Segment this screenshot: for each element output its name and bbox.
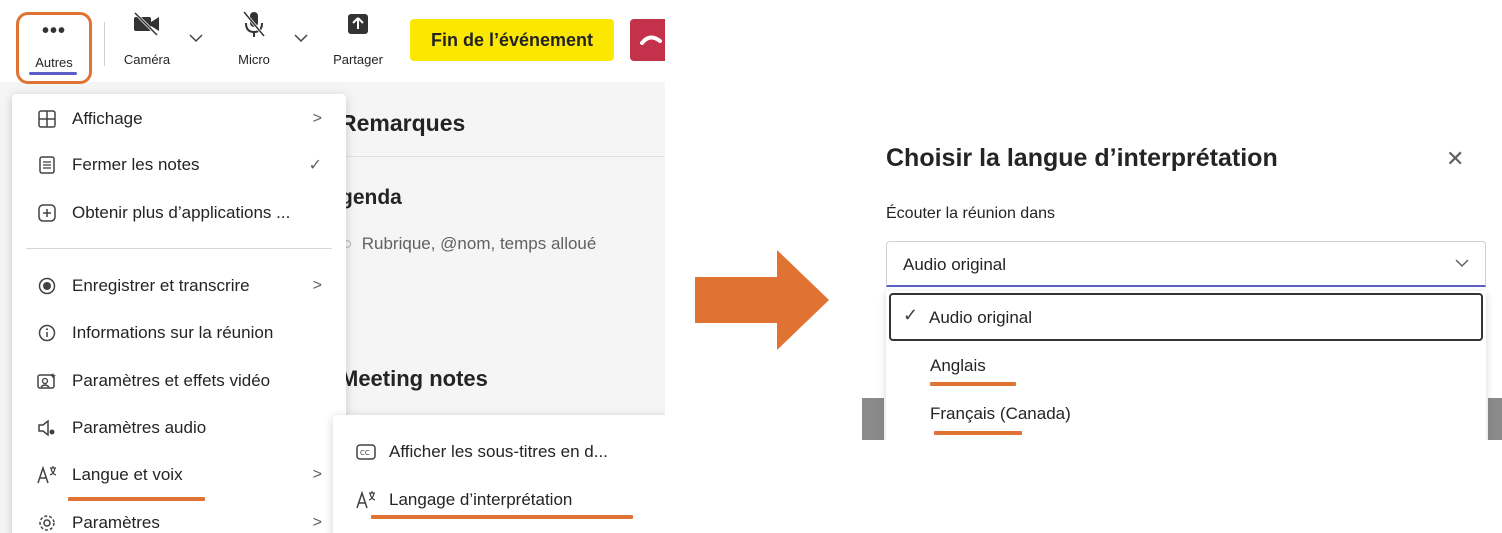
more-actions-button[interactable]: ••• Autres: [16, 12, 92, 84]
menu-item-settings[interactable]: Paramètres >: [12, 500, 346, 533]
phone-hangup-icon: [640, 35, 662, 45]
mic-button[interactable]: Micro: [222, 8, 286, 74]
leave-button[interactable]: [630, 19, 665, 61]
menu-divider: [26, 248, 332, 249]
option-label: Audio original: [929, 308, 1033, 327]
audio-settings-icon: [36, 419, 58, 437]
more-actions-label: Autres: [35, 55, 73, 70]
share-label: Partager: [333, 52, 383, 67]
meeting-window: ••• Autres Caméra Micro Partager Fin de …: [0, 0, 665, 533]
highlight-underline: [934, 431, 1022, 435]
menu-item-get-more-apps[interactable]: Obtenir plus d’applications ...: [12, 190, 346, 236]
info-icon: [36, 324, 58, 342]
highlight-underline: [930, 382, 1016, 386]
camera-label: Caméra: [123, 52, 171, 67]
language-icon: [36, 465, 58, 485]
background-edge: [1488, 398, 1502, 440]
end-event-button[interactable]: Fin de l’événement: [410, 19, 614, 61]
language-icon: [355, 490, 377, 510]
option-label: Anglais: [930, 356, 986, 375]
mic-off-icon: [241, 8, 267, 40]
mic-options-chevron-icon[interactable]: [294, 30, 308, 46]
checkmark-icon: ✓: [308, 157, 322, 174]
notes-icon: [36, 156, 58, 174]
mic-label: Micro: [238, 52, 270, 67]
submenu-item-captions[interactable]: CC Afficher les sous-titres en d...: [333, 429, 665, 475]
menu-item-label: Informations sur la réunion: [72, 323, 274, 342]
active-indicator: [29, 72, 77, 75]
menu-item-label: Paramètres: [72, 513, 160, 532]
remarks-heading: Remarques: [340, 110, 466, 136]
right-arrow-icon: [695, 250, 829, 350]
chevron-right-icon: >: [312, 466, 322, 483]
grid-icon: [36, 110, 58, 128]
agenda-heading: genda: [340, 186, 402, 209]
svg-text:CC: CC: [360, 449, 370, 457]
more-actions-menu: Affichage > Fermer les notes ✓ Obtenir p…: [12, 94, 346, 533]
video-effects-icon: [36, 372, 58, 390]
menu-item-record-transcribe[interactable]: Enregistrer et transcrire >: [12, 263, 346, 309]
ellipsis-icon: •••: [41, 20, 66, 42]
menu-item-video-effects[interactable]: Paramètres et effets vidéo: [12, 358, 346, 404]
menu-item-affichage[interactable]: Affichage >: [12, 96, 346, 142]
menu-item-meeting-info[interactable]: Informations sur la réunion: [12, 310, 346, 356]
menu-item-label: Langue et voix: [72, 465, 183, 484]
agenda-placeholder-text: Rubrique, @nom, temps alloué: [361, 234, 597, 253]
interpretation-language-dialog: Choisir la langue d’interprétation ✕ Éco…: [862, 110, 1502, 440]
menu-item-label: Paramètres audio: [72, 418, 207, 437]
chevron-down-icon: [1453, 254, 1471, 277]
captions-icon: CC: [355, 444, 377, 460]
menu-item-label: Obtenir plus d’applications ...: [72, 203, 291, 222]
gear-icon: [36, 514, 58, 532]
record-icon: [36, 277, 58, 295]
dialog-title: Choisir la langue d’interprétation: [886, 144, 1278, 172]
dropdown-value: Audio original: [903, 255, 1007, 274]
notes-separator: [330, 156, 665, 157]
option-audio-original[interactable]: ✓ Audio original: [889, 293, 1483, 341]
menu-item-language-voice[interactable]: Langue et voix >: [12, 452, 346, 498]
camera-button[interactable]: Caméra: [115, 8, 179, 74]
menu-item-label: Fermer les notes: [72, 155, 200, 174]
menu-item-label: Affichage: [72, 109, 143, 128]
field-label: Écouter la réunion dans: [886, 205, 1055, 222]
language-options-list: ✓ Audio original Anglais Français (Canad…: [886, 291, 1486, 440]
agenda-placeholder[interactable]: ○ Rubrique, @nom, temps alloué: [342, 234, 596, 254]
checkmark-icon: ✓: [903, 305, 919, 325]
chevron-right-icon: >: [312, 514, 322, 531]
chevron-right-icon: >: [312, 277, 322, 294]
meeting-notes-heading: Meeting notes: [340, 366, 488, 391]
option-label: Français (Canada): [930, 404, 1071, 423]
share-icon: [346, 8, 370, 40]
close-icon[interactable]: ✕: [1446, 146, 1464, 172]
highlight-underline: [371, 515, 633, 519]
add-app-icon: [36, 204, 58, 222]
background-edge: [862, 398, 884, 440]
language-voice-submenu: CC Afficher les sous-titres en d... Lang…: [333, 415, 665, 533]
language-dropdown[interactable]: Audio original: [886, 241, 1486, 287]
chevron-right-icon: >: [312, 110, 322, 127]
menu-item-label: Enregistrer et transcrire: [72, 276, 250, 295]
meeting-toolbar: ••• Autres Caméra Micro Partager Fin de …: [0, 0, 665, 84]
menu-item-label: Paramètres et effets vidéo: [72, 371, 271, 390]
menu-item-close-notes[interactable]: Fermer les notes ✓: [12, 142, 346, 188]
camera-options-chevron-icon[interactable]: [189, 30, 203, 46]
submenu-item-label: Langage d’interprétation: [389, 490, 573, 509]
toolbar-divider: [104, 22, 105, 66]
share-button[interactable]: Partager: [326, 8, 390, 74]
submenu-item-label: Afficher les sous-titres en d...: [389, 442, 608, 461]
camera-off-icon: [132, 8, 162, 40]
menu-item-audio-settings[interactable]: Paramètres audio: [12, 405, 346, 451]
